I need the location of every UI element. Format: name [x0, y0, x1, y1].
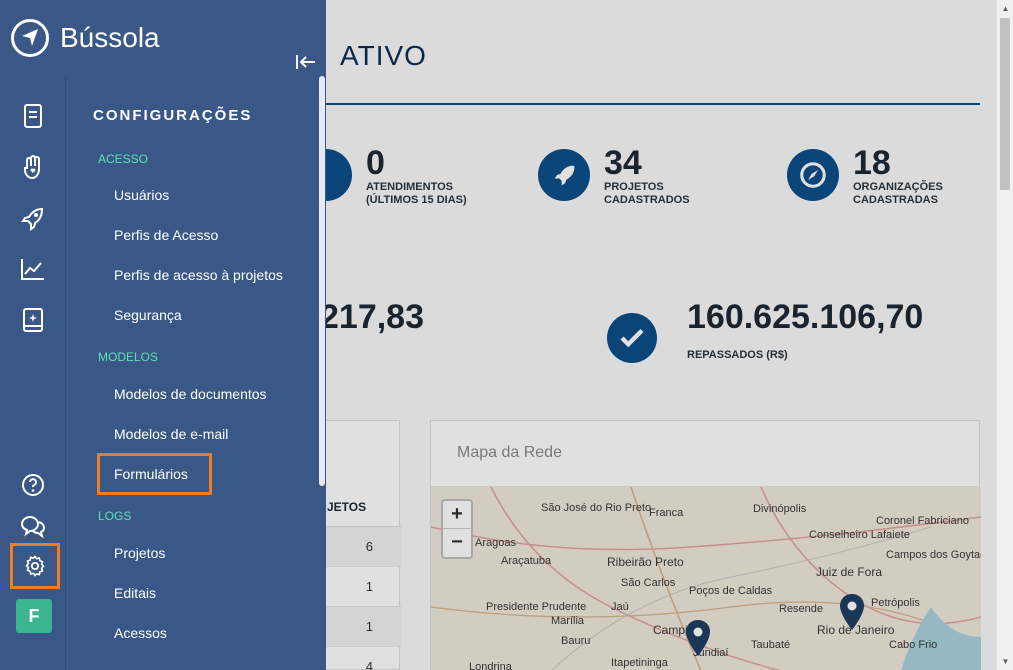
gear-icon [25, 555, 45, 577]
menu-item-logs-acessos[interactable]: Acessos [114, 625, 167, 641]
menu-item-seguranca[interactable]: Segurança [114, 307, 182, 323]
collapse-sidebar-icon[interactable] [294, 52, 318, 72]
sidebar: Bússola F CONFIGURAÇÕES ACESSO Usuários … [0, 0, 326, 670]
chat-icon[interactable] [19, 512, 47, 540]
menu-item-logs-editais[interactable]: Editais [114, 585, 156, 601]
menu-item-formularios[interactable]: Formulários [114, 466, 188, 482]
section-label-logs: LOGS [98, 509, 132, 523]
scroll-up-arrow-icon[interactable]: ▲ [997, 0, 1013, 17]
menu-item-logs-projetos[interactable]: Projetos [114, 545, 165, 561]
brand-name: Bússola [60, 22, 160, 53]
menu-scrollbar-thumb[interactable] [319, 76, 325, 486]
book-sparkle-icon[interactable] [19, 306, 47, 334]
menu-item-perfis-acesso-projetos[interactable]: Perfis de acesso à projetos [114, 267, 283, 283]
scrollbar-thumb[interactable] [1000, 18, 1010, 190]
menu-item-modelos-email[interactable]: Modelos de e-mail [114, 426, 228, 442]
compass-logo-icon[interactable] [11, 19, 49, 57]
menu-item-usuarios[interactable]: Usuários [114, 187, 169, 203]
rocket-icon[interactable] [19, 204, 47, 232]
avatar[interactable]: F [16, 599, 52, 633]
help-icon[interactable] [19, 471, 47, 499]
menu-item-modelos-documentos[interactable]: Modelos de documentos [114, 386, 267, 402]
page-scrollbar[interactable]: ▲ ▼ [996, 0, 1013, 670]
menu-scrollbar[interactable] [318, 76, 326, 486]
section-label-modelos: MODELOS [98, 350, 159, 364]
scroll-down-arrow-icon[interactable]: ▼ [997, 653, 1013, 670]
brand-header: Bússola [0, 0, 326, 76]
chart-line-icon[interactable] [19, 255, 47, 283]
section-label-acesso: ACESSO [98, 152, 149, 166]
hand-heart-icon[interactable] [19, 153, 47, 181]
menu-item-perfis-de-acesso[interactable]: Perfis de Acesso [114, 227, 218, 243]
settings-button[interactable] [10, 543, 60, 589]
icon-rail: F [0, 76, 66, 670]
document-icon[interactable] [19, 102, 47, 130]
menu-title: CONFIGURAÇÕES [93, 107, 253, 124]
settings-menu: CONFIGURAÇÕES ACESSO Usuários Perfis de … [67, 76, 317, 670]
